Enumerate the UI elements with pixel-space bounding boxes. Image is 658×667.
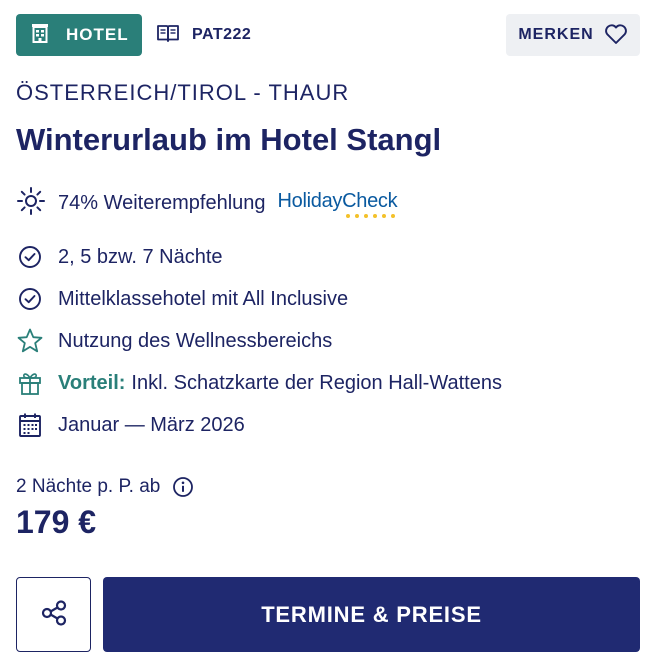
merken-label: MERKEN (518, 26, 594, 43)
check-circle-icon (16, 243, 44, 271)
feature-board: Mittelklassehotel mit All Inclusive (16, 278, 502, 320)
offer-title: Winterurlaub im Hotel Stangl (16, 122, 442, 157)
feature-advantage: Vorteil: Inkl. Schatzkarte der Region Ha… (16, 362, 502, 404)
merken-button[interactable]: MERKEN (506, 14, 640, 56)
price-note: 2 Nächte p. P. ab (16, 476, 194, 498)
share-button[interactable] (16, 577, 91, 652)
star-outline-icon (16, 327, 44, 355)
share-icon (38, 597, 70, 632)
heart-outline-icon (604, 23, 628, 48)
advantage-label: Vorteil: (58, 371, 126, 394)
hotel-type-badge: HOTEL (16, 14, 142, 56)
feature-text: 2, 5 bzw. 7 Nächte (58, 245, 223, 268)
feature-text: Nutzung des Wellnessbereichs (58, 329, 333, 352)
feature-wellness: Nutzung des Wellnessbereichs (16, 320, 502, 362)
gift-icon (16, 369, 44, 397)
holidaycheck-logo-prefix: Holiday (277, 189, 343, 212)
offer-code: PAT222 (156, 14, 251, 56)
feature-text: Januar — März 2026 (58, 413, 245, 436)
region-label: ÖSTERREICH/TIROL - THAUR (16, 80, 350, 105)
holidaycheck-rating-dots (345, 213, 395, 218)
feature-list: 2, 5 bzw. 7 Nächte Mittelklassehotel mit… (16, 236, 502, 446)
price-note-text: 2 Nächte p. P. ab (16, 476, 161, 497)
offer-header: HOTEL PAT222 MERKEN (16, 14, 640, 56)
holidaycheck-logo-suffix: Check (342, 189, 398, 212)
price-amount: 179 € (16, 504, 97, 540)
holidaycheck-logo[interactable]: HolidayCheck (277, 189, 398, 218)
open-book-icon (156, 23, 180, 48)
feature-text: Inkl. Schatzkarte der Region Hall-Watten… (131, 371, 502, 394)
hotel-type-label: HOTEL (66, 25, 129, 44)
offer-code-label: PAT222 (192, 26, 252, 43)
termine-preise-button[interactable]: TERMINE & PREISE (103, 577, 640, 652)
feature-dates: Januar — März 2026 (16, 404, 502, 446)
check-circle-icon (16, 285, 44, 313)
sun-icon (16, 186, 46, 221)
building-icon (30, 23, 50, 48)
recommendation-text: 74% Weiterempfehlung (58, 191, 266, 214)
feature-text: Mittelklassehotel mit All Inclusive (58, 287, 349, 310)
rating-row: 74% Weiterempfehlung HolidayCheck (16, 186, 398, 221)
info-icon[interactable] (172, 476, 194, 498)
calendar-icon (16, 411, 44, 439)
feature-nights: 2, 5 bzw. 7 Nächte (16, 236, 502, 278)
